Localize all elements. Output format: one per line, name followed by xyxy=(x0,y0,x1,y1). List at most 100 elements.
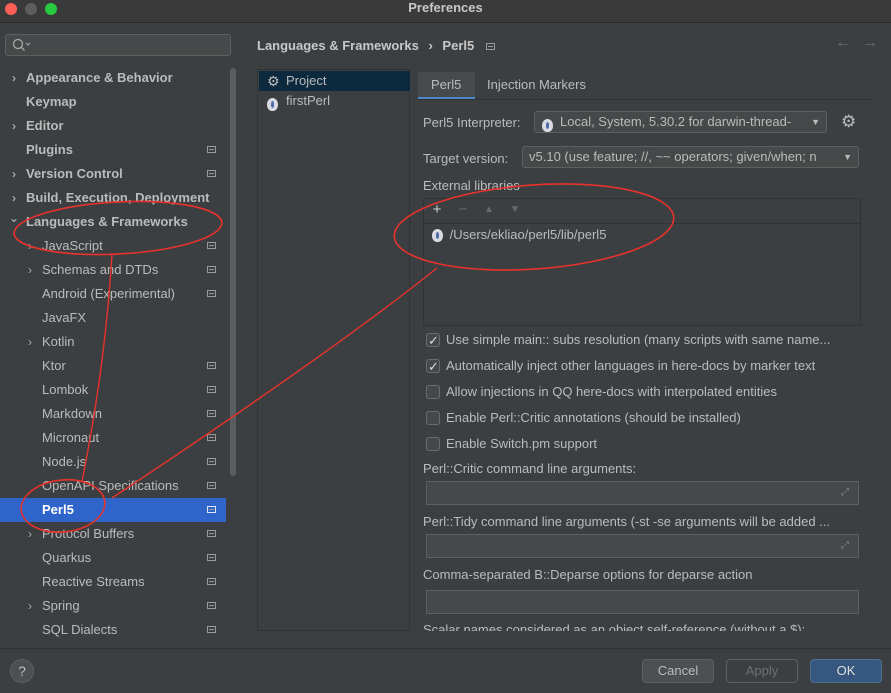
ok-button[interactable]: OK xyxy=(810,659,882,683)
sidebar-item-openapi-specifications[interactable]: OpenAPI Specifications xyxy=(0,474,226,498)
chevron-down-icon: ▼ xyxy=(840,147,852,167)
project-level-icon xyxy=(207,410,216,417)
checkbox-control[interactable] xyxy=(426,385,440,399)
sidebar-scrollbar[interactable] xyxy=(230,68,236,476)
project-level-icon xyxy=(207,602,216,609)
title-bar: Preferences xyxy=(0,0,891,23)
library-entry[interactable]: /Users/ekliao/perl5/lib/perl5 xyxy=(432,226,606,244)
chevron-right-icon[interactable]: › xyxy=(24,330,36,354)
critic-args-input[interactable]: ⤢ xyxy=(426,481,859,505)
project-level-icon xyxy=(207,506,216,513)
sidebar-item-schemas-and-dtds[interactable]: › Schemas and DTDs xyxy=(0,258,226,282)
project-item-project[interactable]: ⚙ Project xyxy=(259,71,410,91)
interpreter-value: Local, System, 5.30.2 for darwin-thread- xyxy=(560,114,792,129)
chevron-down-icon[interactable]: ⌄ xyxy=(8,206,20,230)
sidebar-item-javafx[interactable]: JavaFX xyxy=(0,306,226,330)
sidebar-item-version-control[interactable]: › Version Control xyxy=(0,162,226,186)
chevron-right-icon[interactable]: › xyxy=(8,66,20,90)
perl-onion-icon xyxy=(267,94,278,114)
interpreter-label: Perl5 Interpreter: xyxy=(423,115,521,130)
sidebar-item-build-execution-deployment[interactable]: › Build, Execution, Deployment xyxy=(0,186,226,210)
tab-injection-markers[interactable]: Injection Markers xyxy=(487,72,586,98)
project-list: ⚙ Project firstPerl xyxy=(257,69,410,631)
project-item-firstperl[interactable]: firstPerl xyxy=(259,91,410,114)
sidebar-item-label: Quarkus xyxy=(42,550,92,565)
sidebar-item-node-js[interactable]: Node.js xyxy=(0,450,226,474)
chevron-down-icon: ▼ xyxy=(808,112,820,132)
remove-library-button[interactable]: − xyxy=(455,202,471,218)
cancel-button[interactable]: Cancel xyxy=(642,659,714,683)
sidebar-item-sql-dialects[interactable]: SQL Dialects xyxy=(0,618,226,642)
breadcrumb-current: Perl5 xyxy=(442,38,475,53)
sidebar-item-editor[interactable]: › Editor xyxy=(0,114,226,138)
chevron-right-icon[interactable]: › xyxy=(8,162,20,186)
tidy-args-input[interactable]: ⤢ xyxy=(426,534,859,558)
sidebar-item-reactive-streams[interactable]: Reactive Streams xyxy=(0,570,226,594)
sidebar-item-javascript[interactable]: › JavaScript xyxy=(0,234,226,258)
window-title: Preferences xyxy=(408,0,483,15)
apply-button[interactable]: Apply xyxy=(726,659,798,683)
chevron-right-icon[interactable]: › xyxy=(24,258,36,282)
sidebar-item-plugins[interactable]: Plugins xyxy=(0,138,226,162)
target-version-select[interactable]: v5.10 (use feature; //, ~~ operators; gi… xyxy=(522,146,859,168)
target-version-label: Target version: xyxy=(423,151,509,166)
settings-search-input[interactable] xyxy=(5,34,231,56)
tab-perl5[interactable]: Perl5 xyxy=(431,72,461,98)
perl-onion-icon xyxy=(542,115,553,132)
sidebar-item-label: Languages & Frameworks xyxy=(26,214,188,229)
gear-icon[interactable]: ⚙ xyxy=(841,112,856,132)
checkbox-label: Allow injections in QQ here-docs with in… xyxy=(446,384,777,399)
project-level-icon xyxy=(207,458,216,465)
breadcrumb-parent[interactable]: Languages & Frameworks xyxy=(257,38,419,53)
scalar-names-label: Scalar names considered as an object sel… xyxy=(423,622,806,631)
project-level-icon xyxy=(207,434,216,441)
sidebar-item-micronaut[interactable]: Micronaut xyxy=(0,426,226,450)
sidebar-item-label: Protocol Buffers xyxy=(42,526,135,541)
sidebar-item-perl5[interactable]: Perl5 xyxy=(0,498,226,522)
expand-icon[interactable]: ⤢ xyxy=(841,540,852,551)
arrow-left-icon[interactable]: ← xyxy=(835,34,851,52)
sidebar-item-android-experimental[interactable]: Android (Experimental) xyxy=(0,282,226,306)
add-library-button[interactable]: + xyxy=(429,202,445,218)
sidebar-item-label: Appearance & Behavior xyxy=(26,70,173,85)
help-button[interactable]: ? xyxy=(10,659,34,683)
sidebar-item-quarkus[interactable]: Quarkus xyxy=(0,546,226,570)
sidebar-item-label: Lombok xyxy=(42,382,89,397)
move-down-button[interactable]: ▼ xyxy=(507,202,523,218)
chevron-right-icon[interactable]: › xyxy=(24,234,36,258)
checkbox-control[interactable] xyxy=(426,356,440,378)
checkbox-control[interactable] xyxy=(426,437,440,451)
chevron-right-icon[interactable]: › xyxy=(24,594,36,618)
sidebar-item-label: JavaFX xyxy=(42,310,87,325)
project-level-icon xyxy=(207,242,216,249)
breadcrumb: Languages & Frameworks › Perl5 xyxy=(257,36,495,56)
chevron-right-icon[interactable]: › xyxy=(8,114,20,138)
sidebar-item-label: Version Control xyxy=(26,166,123,181)
sidebar-item-label: Build, Execution, Deployment xyxy=(26,190,210,205)
sidebar-item-ktor[interactable]: Ktor xyxy=(0,354,226,378)
sidebar-item-markdown[interactable]: Markdown xyxy=(0,402,226,426)
expand-icon[interactable]: ⤢ xyxy=(841,487,852,498)
active-tab-indicator xyxy=(418,97,475,99)
sidebar-item-languages-frameworks[interactable]: ⌄ Languages & Frameworks xyxy=(0,210,226,234)
move-up-button[interactable]: ▲ xyxy=(481,202,497,218)
checkbox-control[interactable] xyxy=(426,411,440,425)
sidebar-item-protocol-buffers[interactable]: › Protocol Buffers xyxy=(0,522,226,546)
breadcrumb-separator: › xyxy=(428,38,433,53)
sidebar-item-appearance-behavior[interactable]: › Appearance & Behavior xyxy=(0,66,226,90)
checkbox-control[interactable] xyxy=(426,330,440,352)
sidebar-item-spring[interactable]: › Spring xyxy=(0,594,226,618)
project-level-icon xyxy=(207,290,216,297)
project-level-icon xyxy=(207,386,216,393)
chevron-right-icon[interactable]: › xyxy=(24,522,36,546)
sidebar-item-label: Editor xyxy=(26,118,64,133)
interpreter-select[interactable]: Local, System, 5.30.2 for darwin-thread-… xyxy=(534,111,827,133)
deparse-options-input[interactable] xyxy=(426,590,859,614)
sidebar-item-keymap[interactable]: Keymap xyxy=(0,90,226,114)
project-level-icon xyxy=(207,482,216,489)
external-libraries-label: External libraries xyxy=(423,178,520,193)
gear-icon: ⚙ xyxy=(267,73,280,89)
arrow-right-icon[interactable]: → xyxy=(862,34,878,52)
sidebar-item-kotlin[interactable]: › Kotlin xyxy=(0,330,226,354)
sidebar-item-lombok[interactable]: Lombok xyxy=(0,378,226,402)
